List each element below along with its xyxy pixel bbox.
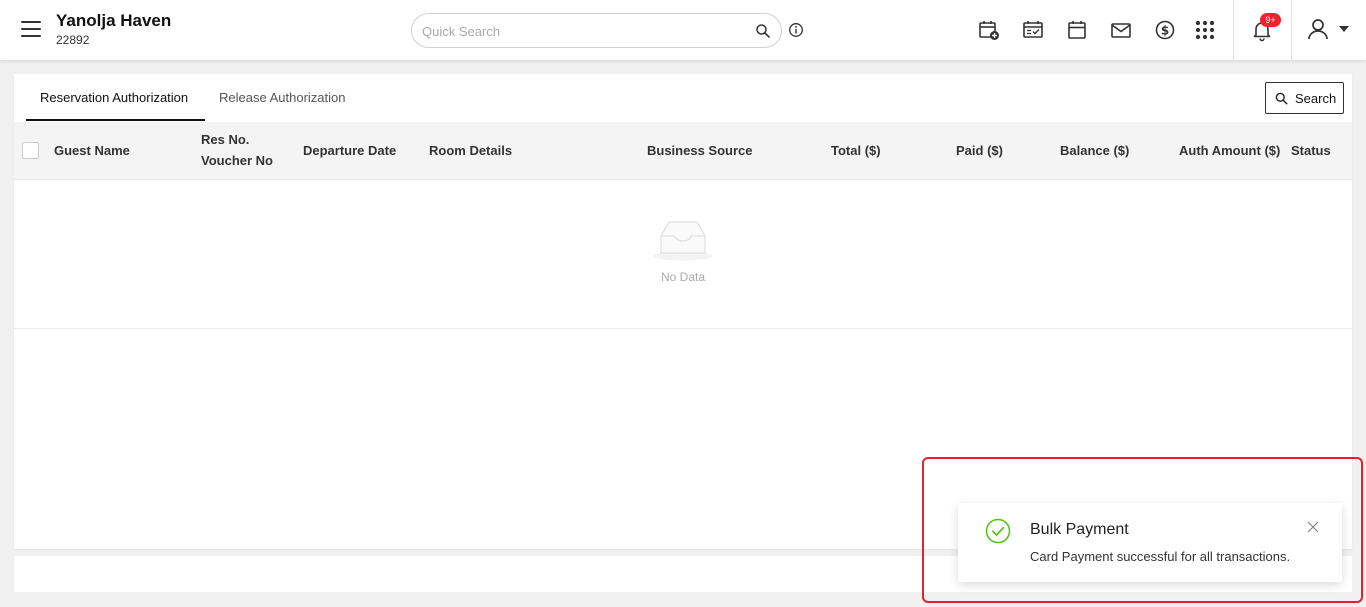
apps-grid-icon[interactable] — [1193, 18, 1217, 42]
search-icon — [1275, 92, 1288, 105]
search-button[interactable]: Search — [1265, 82, 1344, 114]
svg-text:$: $ — [1161, 23, 1169, 37]
column-balance[interactable]: Balance ($) — [1060, 122, 1129, 180]
table-header: Guest Name Res No. Voucher No Departure … — [14, 122, 1352, 180]
column-status[interactable]: Status — [1291, 122, 1331, 180]
calendar-icon[interactable] — [1065, 18, 1089, 42]
active-tab-indicator — [26, 119, 205, 121]
column-auth-amount[interactable]: Auth Amount ($) — [1179, 122, 1280, 180]
header-divider — [1233, 0, 1234, 60]
notification-count-badge: 9+ — [1260, 13, 1281, 27]
add-reservation-icon[interactable] — [977, 18, 1001, 42]
info-icon[interactable] — [788, 22, 804, 38]
checklist-calendar-icon[interactable] — [1021, 18, 1045, 42]
empty-state: No Data — [14, 180, 1352, 329]
header-divider — [1291, 0, 1292, 60]
notification-title: Bulk Payment — [1030, 521, 1129, 538]
top-header: Yanolja Haven 22892 Quick Search $ 9+ — [0, 0, 1366, 60]
column-departure-date[interactable]: Departure Date — [303, 122, 396, 180]
bulk-payment-notification: Bulk Payment Card Payment successful for… — [958, 503, 1342, 582]
quick-search — [411, 13, 782, 48]
search-button-label: Search — [1295, 91, 1337, 106]
column-voucher-no-label: Voucher No — [201, 153, 273, 168]
tab-bar: Reservation Authorization Release Author… — [14, 74, 714, 122]
column-res-no-label: Res No. — [201, 132, 250, 147]
mail-icon[interactable] — [1109, 18, 1133, 42]
caret-down-icon[interactable] — [1339, 26, 1349, 32]
tab-reservation-authorization[interactable]: Reservation Authorization — [40, 74, 188, 122]
menu-icon[interactable] — [21, 21, 41, 37]
hotel-name: Yanolja Haven — [56, 11, 172, 30]
select-all-checkbox[interactable] — [22, 142, 39, 159]
column-res-no[interactable]: Res No. Voucher No — [201, 122, 273, 180]
column-guest-name[interactable]: Guest Name — [54, 122, 130, 180]
column-total[interactable]: Total ($) — [831, 122, 881, 180]
column-business-source[interactable]: Business Source — [647, 122, 753, 180]
column-paid[interactable]: Paid ($) — [956, 122, 1003, 180]
search-icon[interactable] — [755, 23, 771, 39]
notification-message: Card Payment successful for all transact… — [1030, 549, 1291, 564]
empty-inbox-icon — [653, 221, 713, 261]
dollar-icon[interactable]: $ — [1153, 18, 1177, 42]
success-check-icon — [985, 518, 1011, 544]
tab-release-authorization[interactable]: Release Authorization — [219, 74, 345, 122]
column-room-details[interactable]: Room Details — [429, 122, 512, 180]
hotel-id: 22892 — [56, 33, 90, 47]
empty-text: No Data — [660, 270, 706, 284]
quick-search-input[interactable] — [422, 22, 742, 40]
user-icon[interactable] — [1306, 17, 1330, 41]
close-icon[interactable] — [1307, 521, 1319, 533]
